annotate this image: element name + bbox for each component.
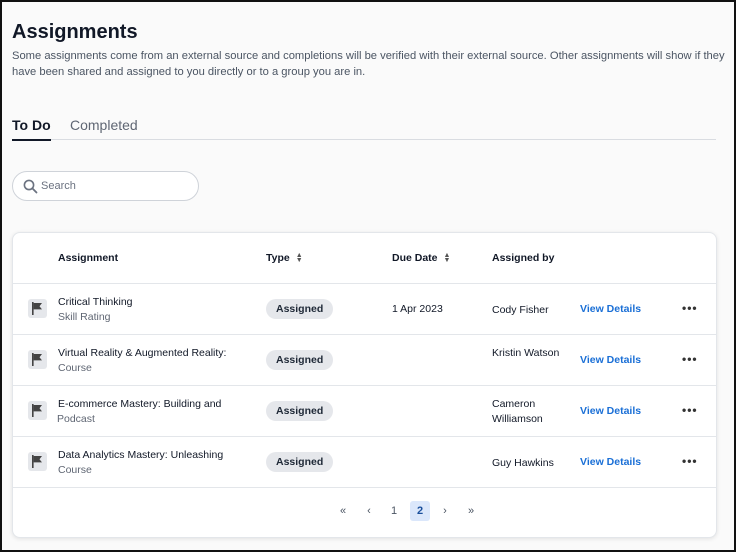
tab-to-do[interactable]: To Do (12, 117, 51, 141)
view-details-link[interactable]: View Details (580, 456, 641, 468)
page-title: Assignments (12, 21, 138, 43)
sort-icon[interactable]: ▲ ▼ (444, 252, 451, 264)
assignment-category: Podcast (57, 413, 95, 425)
tab-completed[interactable]: Completed (70, 117, 138, 140)
column-header-assigned-by: Assigned by (492, 252, 555, 264)
search-input[interactable] (41, 177, 191, 195)
page-description: Some assignments come from an external s… (12, 50, 725, 78)
next-page-button[interactable]: › (435, 501, 455, 521)
type-badge: Assigned (266, 299, 334, 319)
table-row: E-commerce Mastery: Building and Podcast… (13, 386, 716, 437)
more-options-icon[interactable]: ••• (682, 403, 698, 417)
assigned-by: Cody Fisher (492, 304, 549, 316)
assigned-by: Kristin Watson (492, 347, 560, 359)
due-date: 1 Apr 2023 (392, 303, 443, 315)
tab-bar: To Do Completed (12, 114, 716, 141)
more-options-icon[interactable]: ••• (682, 454, 698, 468)
column-header-due-date[interactable]: Due Date ▲ ▼ (392, 252, 450, 264)
search-icon (23, 179, 38, 194)
search-box[interactable] (12, 171, 199, 201)
assignment-name: Data Analytics Mastery: Unleashing (58, 449, 224, 461)
app-frame: Assignments Some assignments come from a… (0, 0, 736, 552)
view-details-link[interactable]: View Details (580, 354, 641, 366)
type-badge: Assigned (266, 350, 334, 370)
page-1-button[interactable]: 1 (384, 501, 404, 521)
view-details-link[interactable]: View Details (580, 405, 641, 417)
sort-icon[interactable]: ▲ ▼ (296, 252, 303, 264)
type-badge: Assigned (266, 452, 334, 472)
more-options-icon[interactable]: ••• (682, 301, 698, 315)
assigned-by: Guy Hawkins (492, 457, 554, 469)
view-details-link[interactable]: View Details (580, 303, 641, 315)
assignments-table: Assignment Type ▲ ▼ Due Date ▲ ▼ Assigned … (12, 232, 717, 538)
assigned-by: Cameron Williamson (492, 398, 543, 425)
assignment-category: Course (58, 464, 92, 476)
flag-icon (28, 299, 47, 318)
flag-icon (28, 452, 47, 471)
first-page-button[interactable]: « (333, 501, 353, 521)
previous-page-button[interactable]: ‹ (359, 501, 379, 521)
column-header-type[interactable]: Type ▲ ▼ (266, 252, 303, 264)
column-header-assignment: Assignment (58, 252, 119, 264)
assignment-category: Course (58, 362, 92, 374)
page-2-button[interactable]: 2 (410, 501, 430, 521)
last-page-button[interactable]: » (461, 501, 481, 521)
table-row: Critical Thinking Skill Rating Assigned … (13, 284, 716, 335)
table-row: Data Analytics Mastery: Unleashing Cours… (13, 437, 716, 488)
flag-icon (28, 350, 47, 369)
assignment-name: Critical Thinking (58, 296, 133, 308)
assignment-category: Skill Rating (58, 311, 111, 323)
type-badge: Assigned (266, 401, 334, 421)
table-header: Assignment Type ▲ ▼ Due Date ▲ ▼ Assigned … (13, 233, 716, 284)
flag-icon (28, 401, 47, 420)
assignment-name: Virtual Reality & Augmented Reality: (58, 347, 227, 359)
assignment-name: E-commerce Mastery: Building and (58, 398, 222, 410)
table-row: Virtual Reality & Augmented Reality: Cou… (13, 335, 716, 386)
more-options-icon[interactable]: ••• (682, 352, 698, 366)
pagination: « ‹ 1 2 › » (13, 499, 716, 523)
